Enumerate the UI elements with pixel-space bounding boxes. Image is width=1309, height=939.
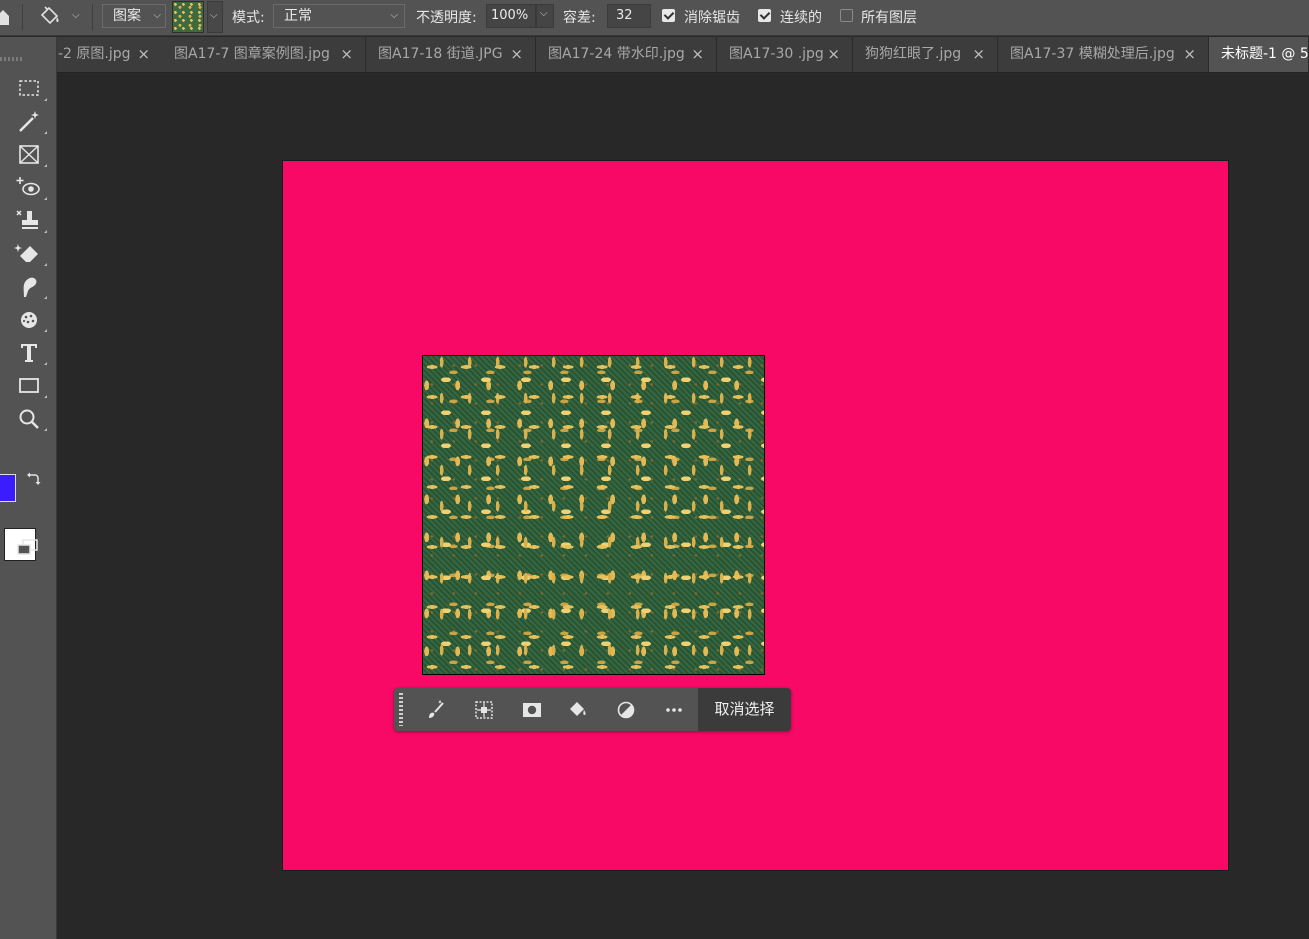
sponge-tool-icon[interactable]	[14, 306, 47, 334]
document-tab[interactable]: 图A17-24 带水印.jpg ×	[536, 37, 717, 72]
eraser-tool-icon[interactable]	[14, 240, 47, 268]
magic-wand-tool-icon[interactable]	[14, 108, 47, 136]
pattern-swatch[interactable]	[172, 1, 204, 33]
document-tab[interactable]: -2 原图.jpg ×	[56, 37, 163, 72]
tolerance-input[interactable]: 32	[607, 4, 651, 28]
clone-stamp-tool-icon[interactable]	[14, 207, 47, 235]
chevron-down-icon: ⌵	[153, 10, 161, 21]
options-bar: ⌵ 图案 ⌵ ⌵ 模式: 正常 ⌵ 不透明度: 100% ⌵ 容差: 32 消除…	[0, 0, 1309, 36]
pattern-picker-button[interactable]: ⌵	[207, 1, 223, 33]
tool-preset-chevron-down-icon[interactable]: ⌵	[72, 10, 80, 21]
smudge-tool-icon[interactable]	[14, 273, 47, 301]
close-icon[interactable]: ×	[827, 37, 840, 72]
chevron-down-icon: ⌵	[210, 10, 218, 21]
mode-select[interactable]: 正常 ⌵	[273, 4, 405, 28]
contiguous-label: 连续的	[780, 10, 822, 26]
tab-label: 图A17-24 带水印.jpg	[548, 46, 685, 62]
rectangle-tool-icon[interactable]	[14, 372, 47, 400]
home-icon[interactable]	[0, 8, 11, 26]
all-layers-checkbox[interactable]	[840, 9, 853, 22]
tab-label: 图A17-7 图章案例图.jpg	[174, 46, 330, 62]
opacity-input[interactable]: 100%	[486, 4, 536, 28]
swap-colors-icon[interactable]	[25, 471, 41, 487]
all-layers-label: 所有图层	[861, 10, 917, 26]
marquee-tool-icon[interactable]	[14, 75, 47, 103]
chevron-down-icon: ⌵	[390, 10, 398, 21]
contiguous-checkbox[interactable]	[758, 9, 771, 22]
close-icon[interactable]: ×	[691, 37, 704, 72]
type-tool-icon[interactable]	[14, 339, 47, 367]
tab-label: 图A17-30 .jpg	[729, 46, 824, 62]
fill-source-select[interactable]: 图案 ⌵	[102, 4, 166, 28]
more-icon[interactable]	[662, 698, 686, 722]
paint-bucket-icon[interactable]	[566, 698, 590, 722]
document-tab[interactable]: 图A17-7 图章案例图.jpg ×	[162, 37, 366, 72]
mask-icon[interactable]	[520, 698, 544, 722]
tolerance-value: 32	[616, 8, 633, 23]
tolerance-label: 容差:	[563, 10, 596, 26]
tab-label: 图A17-18 街道.JPG	[378, 46, 503, 62]
antialias-checkbox[interactable]	[662, 9, 675, 22]
brush-icon[interactable]	[424, 698, 448, 722]
fill-source-value: 图案	[113, 8, 141, 24]
mode-label: 模式:	[232, 10, 265, 26]
deselect-button[interactable]: 取消选择	[698, 688, 791, 731]
zoom-tool-icon[interactable]	[14, 405, 47, 433]
document-tab-bar: -2 原图.jpg × 图A17-7 图章案例图.jpg × 图A17-18 街道.…	[56, 37, 1309, 73]
separator	[22, 4, 23, 30]
adjustment-icon[interactable]	[614, 698, 638, 722]
transform-selection-icon[interactable]	[472, 698, 496, 722]
chevron-down-icon: ⌵	[540, 8, 548, 19]
tab-label: 图A17-37 模糊处理后.jpg	[1010, 46, 1175, 62]
foreground-color-swatch[interactable]	[0, 474, 16, 502]
opacity-value: 100%	[491, 8, 529, 23]
screen-mode-icon[interactable]	[15, 537, 41, 559]
tools-panel	[0, 37, 57, 939]
document-tab-active[interactable]: 未标题-1 @ 5	[1209, 37, 1309, 72]
panel-grip[interactable]	[0, 57, 22, 61]
document-tab[interactable]: 图A17-30 .jpg ×	[717, 37, 853, 72]
drag-handle[interactable]	[399, 693, 403, 726]
paint-bucket-tool-icon[interactable]	[38, 5, 62, 29]
separator	[92, 4, 93, 30]
document-tab[interactable]: 狗狗红眼了.jpg ×	[853, 37, 998, 72]
antialias-label: 消除锯齿	[684, 10, 740, 26]
close-icon[interactable]: ×	[340, 37, 353, 72]
opacity-label: 不透明度:	[416, 10, 477, 26]
close-icon[interactable]: ×	[510, 37, 523, 72]
tab-label: -2 原图.jpg	[58, 46, 131, 62]
document-tab[interactable]: 图A17-18 街道.JPG ×	[366, 37, 536, 72]
red-eye-tool-icon[interactable]	[14, 174, 47, 202]
frame-tool-icon[interactable]	[14, 141, 47, 169]
tab-label: 未标题-1 @ 5	[1221, 46, 1309, 62]
tab-label: 狗狗红眼了.jpg	[865, 46, 962, 62]
contextual-task-bar: 取消选择	[394, 688, 791, 731]
document-tab[interactable]: 图A17-37 模糊处理后.jpg ×	[998, 37, 1209, 72]
close-icon[interactable]: ×	[972, 37, 985, 72]
selection-marquee	[422, 355, 765, 675]
mode-value: 正常	[284, 8, 312, 24]
opacity-dropdown-button[interactable]: ⌵	[536, 4, 554, 28]
pattern-fill-selection[interactable]	[422, 355, 765, 675]
close-icon[interactable]: ×	[137, 37, 150, 72]
close-icon[interactable]: ×	[1183, 37, 1196, 72]
